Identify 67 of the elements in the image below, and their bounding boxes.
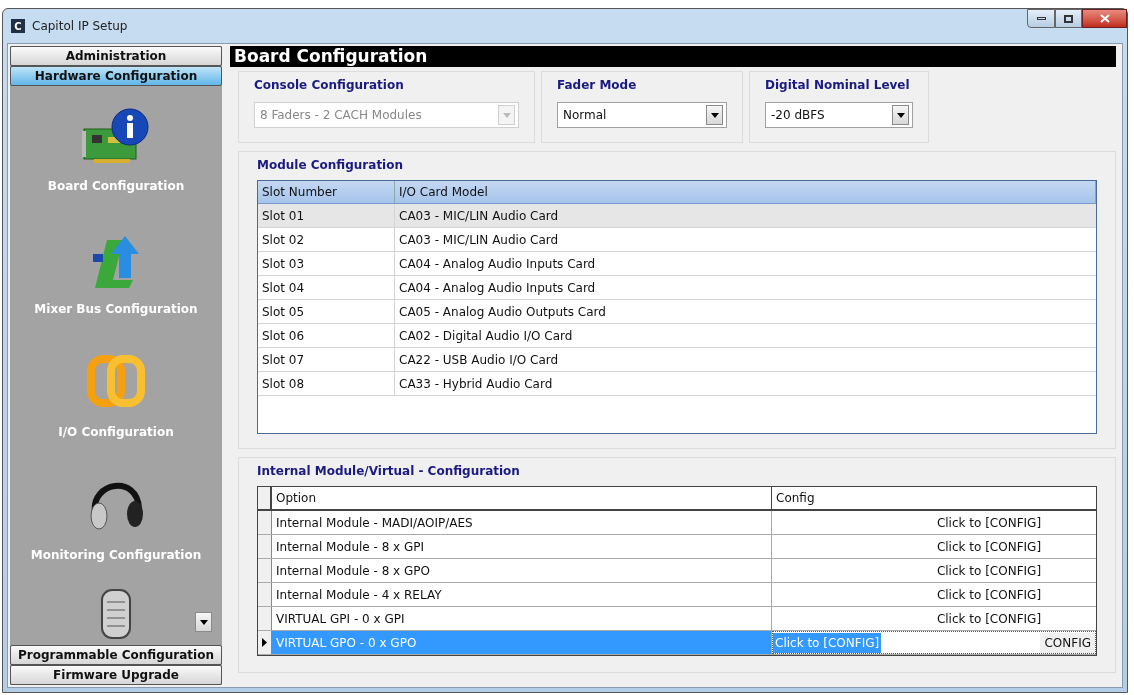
table-cell: Internal Module - 4 x RELAY (272, 583, 772, 606)
table-row[interactable]: Slot 06 CA02 - Digital Audio I/O Card (258, 324, 1096, 348)
table-cell: VIRTUAL GPI - 0 x GPI (272, 607, 772, 630)
table-cell: VIRTUAL GPO - 0 x GPO (272, 631, 772, 654)
section-title: Module Configuration (257, 157, 405, 174)
table-row[interactable]: Slot 02 CA03 - MIC/LIN Audio Card (258, 228, 1096, 252)
table-cell[interactable]: Click to [CONFIG] (772, 511, 1096, 534)
table-cell-text: CA03 - MIC/LIN Audio Card (398, 207, 560, 225)
app-logo: C (11, 19, 25, 33)
group-label: Digital Nominal Level (765, 77, 911, 94)
table-cell-text: CA04 - Analog Audio Inputs Card (398, 279, 597, 297)
sidebar-tab[interactable]: Administration (10, 46, 222, 66)
column-header[interactable]: I/O Card Model (395, 181, 1096, 203)
table-cell[interactable]: Click to [CONFIG] (772, 607, 1096, 630)
page-title: Board Configuration (230, 46, 1116, 67)
minimize-button[interactable] (1027, 9, 1055, 28)
section-title: Internal Module/Virtual - Configuration (257, 463, 521, 480)
table-row[interactable]: Slot 05 CA05 - Analog Audio Outputs Card (258, 300, 1096, 324)
table-row[interactable]: VIRTUAL GPO - 0 x GPO Click to [CONFIG] CONFIG (258, 631, 1096, 655)
config-button[interactable]: CONFIG (1040, 632, 1095, 653)
dropdown[interactable]: Normal (557, 102, 727, 128)
table-cell-text: CA05 - Analog Audio Outputs Card (398, 303, 607, 321)
table-cell: Slot 01 (258, 204, 395, 227)
close-button[interactable] (1082, 9, 1127, 28)
column-header[interactable]: Option (272, 487, 772, 509)
table-cell-text: CA03 - MIC/LIN Audio Card (398, 231, 560, 249)
table-cell-text: CA04 - Analog Audio Inputs Card (398, 255, 597, 273)
dropdown[interactable]: -20 dBFS (765, 102, 913, 128)
table-row[interactable]: Slot 03 CA04 - Analog Audio Inputs Card (258, 252, 1096, 276)
sidebar-tab[interactable]: Firmware Upgrade (10, 665, 222, 685)
table-cell: Internal Module - MADI/AOIP/AES (272, 511, 772, 534)
table-row[interactable]: Slot 01 CA03 - MIC/LIN Audio Card (258, 204, 1096, 228)
column-header[interactable]: Config (772, 487, 1096, 509)
table-cell: Slot 06 (258, 324, 395, 347)
sidebar-tab[interactable]: Programmable Configuration (10, 645, 222, 665)
table-row[interactable]: Slot 08 CA33 - Hybrid Audio Card (258, 372, 1096, 396)
table-row[interactable]: Internal Module - 8 x GPO Click to [CONFIG] (258, 559, 1096, 583)
table-cell-text: CA22 - USB Audio I/O Card (398, 351, 560, 369)
group-label: Console Configuration (254, 77, 405, 94)
row-pointer-icon (262, 638, 267, 647)
table-row[interactable]: Internal Module - MADI/AOIP/AES Click to [CONFIG] (258, 511, 1096, 535)
table-cell: Internal Module - 8 x GPI (272, 535, 772, 558)
maximize-button[interactable] (1055, 9, 1082, 28)
sidebar-tab[interactable]: Hardware Configuration (10, 66, 222, 86)
microphone-icon[interactable] (99, 588, 133, 640)
close-icon (1099, 14, 1110, 23)
table-row[interactable]: VIRTUAL GPI - 0 x GPI Click to [CONFIG] (258, 607, 1096, 631)
table-cell-text: CA33 - Hybrid Audio Card (398, 375, 554, 393)
table-row[interactable]: Slot 04 CA04 - Analog Audio Inputs Card (258, 276, 1096, 300)
table-row[interactable]: Slot 07 CA22 - USB Audio I/O Card (258, 348, 1096, 372)
table-cell: Slot 04 (258, 276, 395, 299)
table-cell-text: CA02 - Digital Audio I/O Card (398, 327, 574, 345)
window-title: Capitol IP Setup (32, 18, 128, 35)
table-cell: Slot 02 (258, 228, 395, 251)
table-cell[interactable]: Click to [CONFIG] (772, 583, 1096, 606)
group-label: Fader Mode (557, 77, 638, 94)
table-row[interactable]: Internal Module - 4 x RELAY Click to [CONFIG] (258, 583, 1096, 607)
table-cell: Slot 05 (258, 300, 395, 323)
table-cell: Slot 07 (258, 348, 395, 371)
table-cell: Internal Module - 8 x GPO (272, 559, 772, 582)
table-row[interactable]: Internal Module - 8 x GPI Click to [CONFIG] (258, 535, 1096, 559)
table-cell[interactable]: Click to [CONFIG] (772, 559, 1096, 582)
column-header[interactable]: Slot Number (258, 181, 395, 203)
table-cell: Slot 08 (258, 372, 395, 395)
table-cell[interactable]: Click to [CONFIG] (772, 535, 1096, 558)
table-cell: Slot 03 (258, 252, 395, 275)
circuit-board-info-icon[interactable] (80, 107, 152, 165)
